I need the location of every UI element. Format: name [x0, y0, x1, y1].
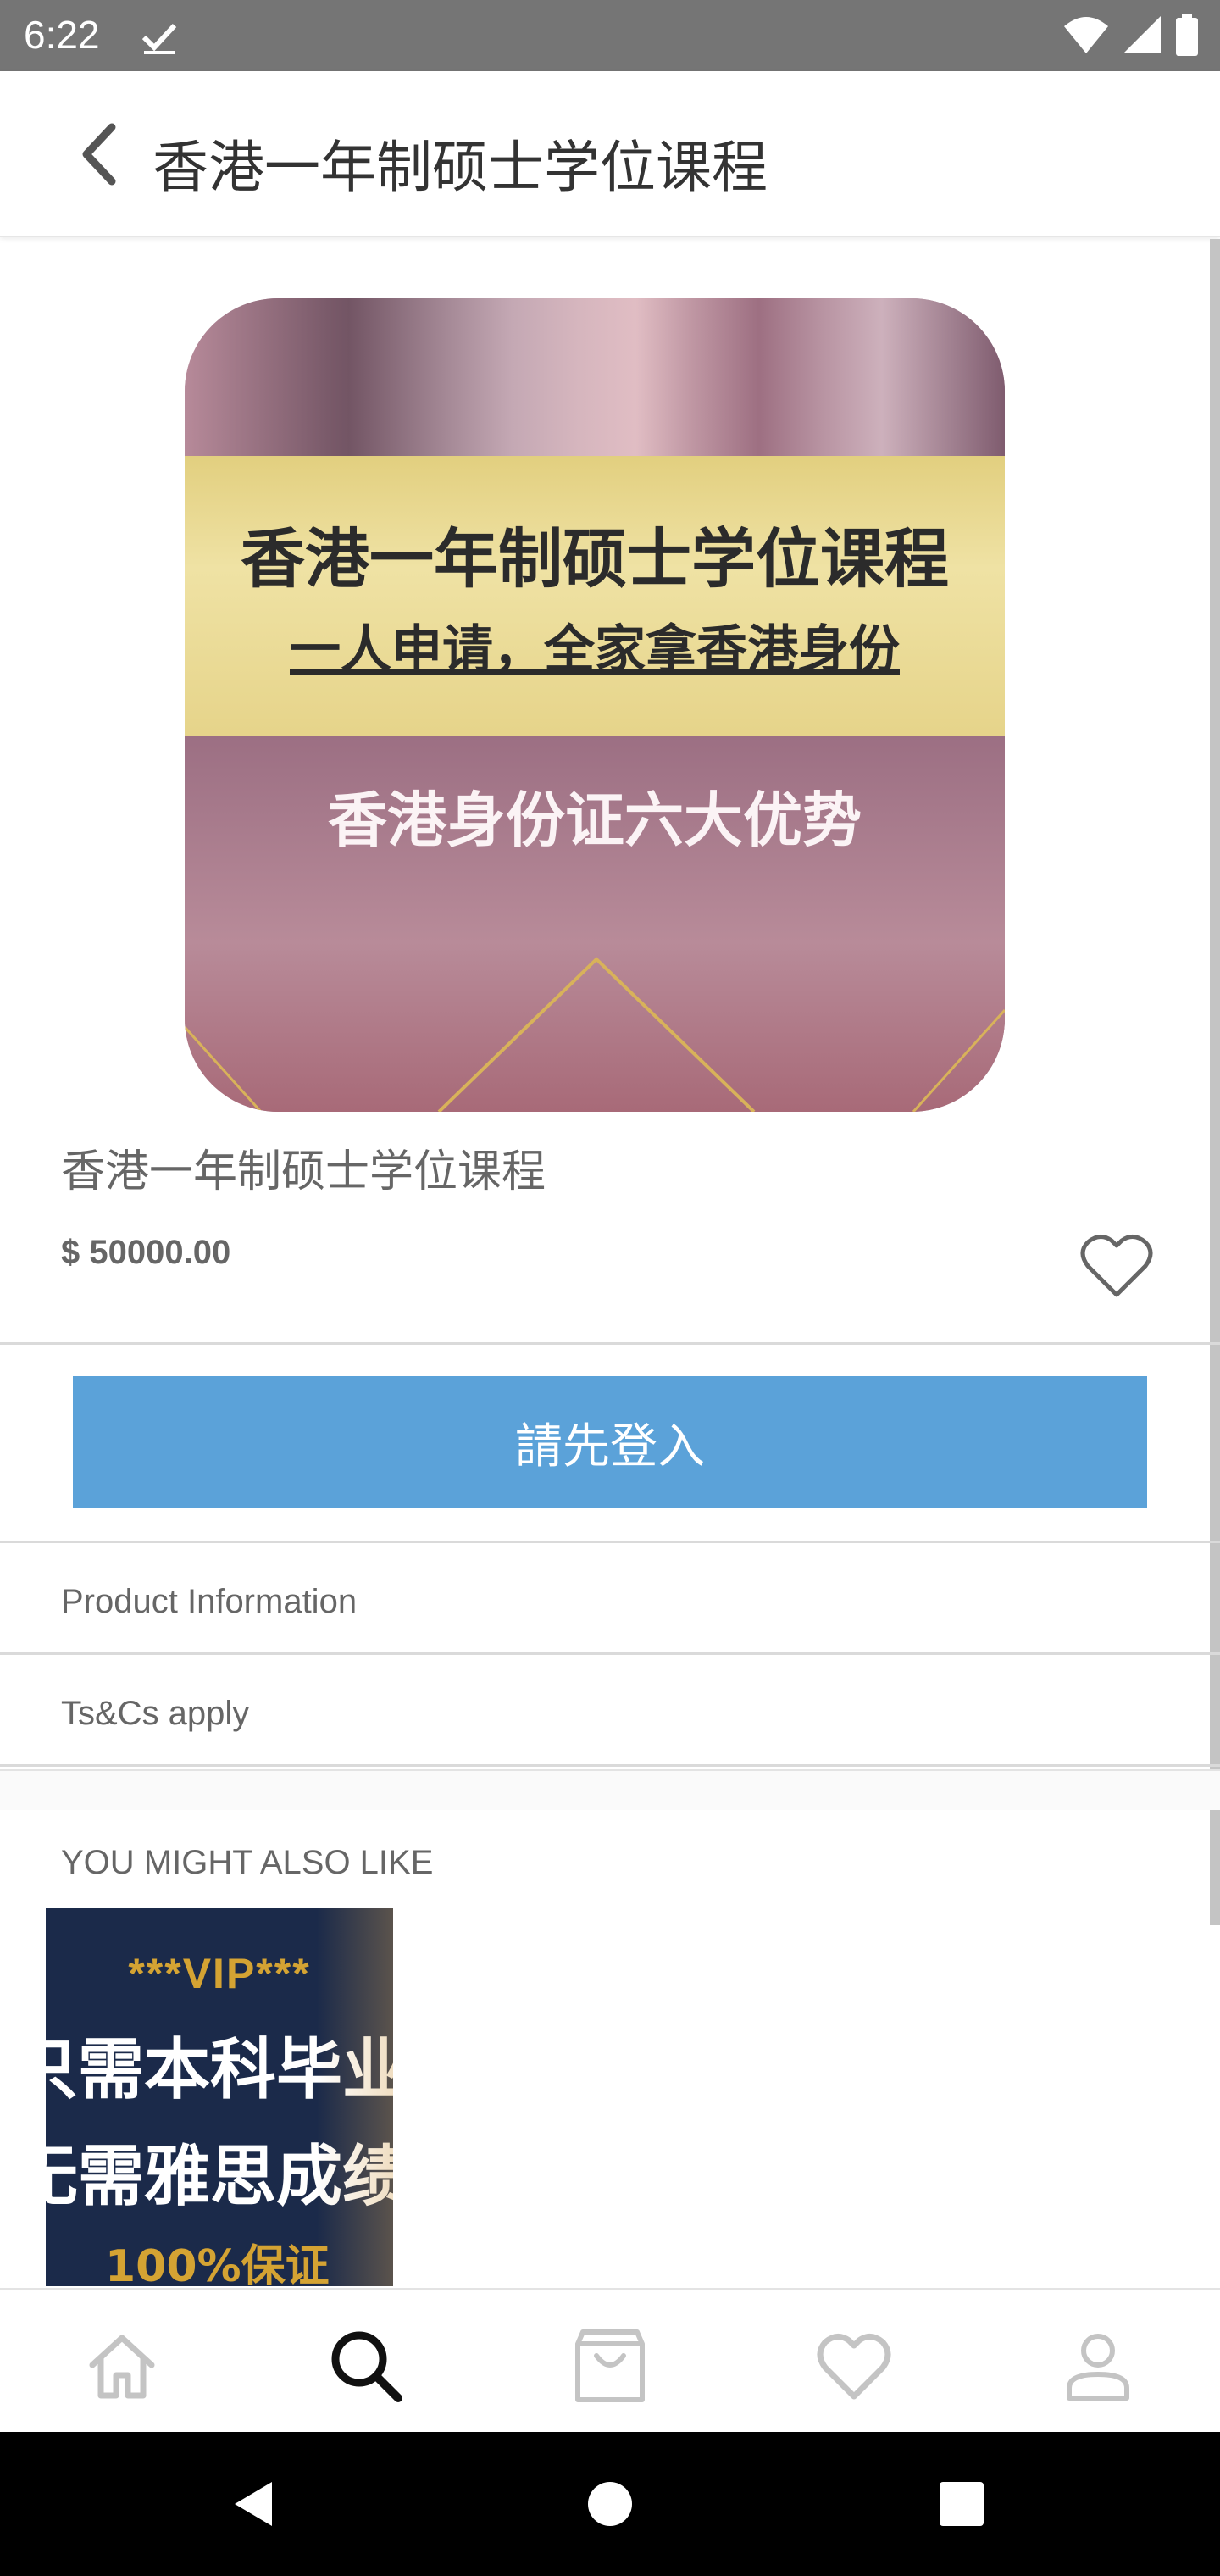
card-glow	[317, 1908, 393, 2286]
terms-row[interactable]: Ts&Cs apply	[61, 1695, 249, 1733]
chevron-left-icon	[82, 123, 116, 186]
product-information-row[interactable]: Product Information	[61, 1583, 357, 1621]
page-title: 香港一年制硕士学位课程	[152, 135, 768, 200]
product-name: 香港一年制硕士学位课程	[61, 1146, 546, 1197]
system-back-button[interactable]	[224, 2474, 283, 2534]
back-button[interactable]	[66, 120, 134, 188]
heart-icon	[817, 2334, 891, 2400]
recents-square-icon	[940, 2482, 984, 2526]
heart-outline-icon	[1080, 1235, 1153, 1297]
wifi-icon	[1064, 17, 1108, 53]
system-recents-button[interactable]	[932, 2474, 991, 2534]
section-separator	[0, 1769, 1220, 1810]
divider	[0, 1652, 1220, 1655]
divider	[0, 1541, 1220, 1543]
nav-search[interactable]	[325, 2325, 407, 2407]
status-bar: 6:22	[0, 0, 1220, 71]
user-icon	[1067, 2334, 1129, 2401]
product-image[interactable]: 香港一年制硕士学位课程 一人申请，全家拿香港身份 香港身份证六大优势	[185, 298, 1005, 1112]
shopping-bag-icon	[575, 2329, 645, 2402]
recommended-product-card[interactable]: ***VIP*** 只需本科毕业 无需雅思成绩 100%保证	[46, 1908, 393, 2286]
divider	[0, 1764, 1220, 1767]
signal-icon	[1123, 16, 1161, 53]
favorite-button[interactable]	[1078, 1227, 1156, 1305]
system-navigation-bar	[0, 2432, 1220, 2576]
card-line-3: 100%保证	[105, 2241, 330, 2286]
status-icons	[1062, 14, 1200, 56]
status-time: 6:22	[24, 13, 100, 57]
battery-icon	[1176, 14, 1198, 56]
nav-cart[interactable]	[569, 2325, 651, 2407]
home-circle-icon	[588, 2482, 632, 2526]
divider	[0, 1342, 1220, 1345]
search-icon	[331, 2331, 402, 2402]
nav-profile[interactable]	[1057, 2325, 1139, 2407]
nav-home[interactable]	[81, 2325, 163, 2407]
recommendations-title: YOU MIGHT ALSO LIKE	[61, 1844, 434, 1881]
image-decorative-lines	[185, 957, 1005, 1112]
home-icon	[89, 2334, 155, 2399]
app-bar: 香港一年制硕士学位课程	[0, 71, 1220, 237]
bottom-navigation	[0, 2288, 1220, 2432]
back-triangle-icon	[235, 2482, 272, 2526]
check-icon	[141, 23, 177, 54]
system-home-button[interactable]	[580, 2474, 640, 2534]
login-button[interactable]: 請先登入	[73, 1376, 1147, 1508]
scrollbar[interactable]	[1210, 239, 1220, 1925]
nav-favorites[interactable]	[813, 2325, 895, 2407]
product-price: $ 50000.00	[61, 1234, 231, 1271]
